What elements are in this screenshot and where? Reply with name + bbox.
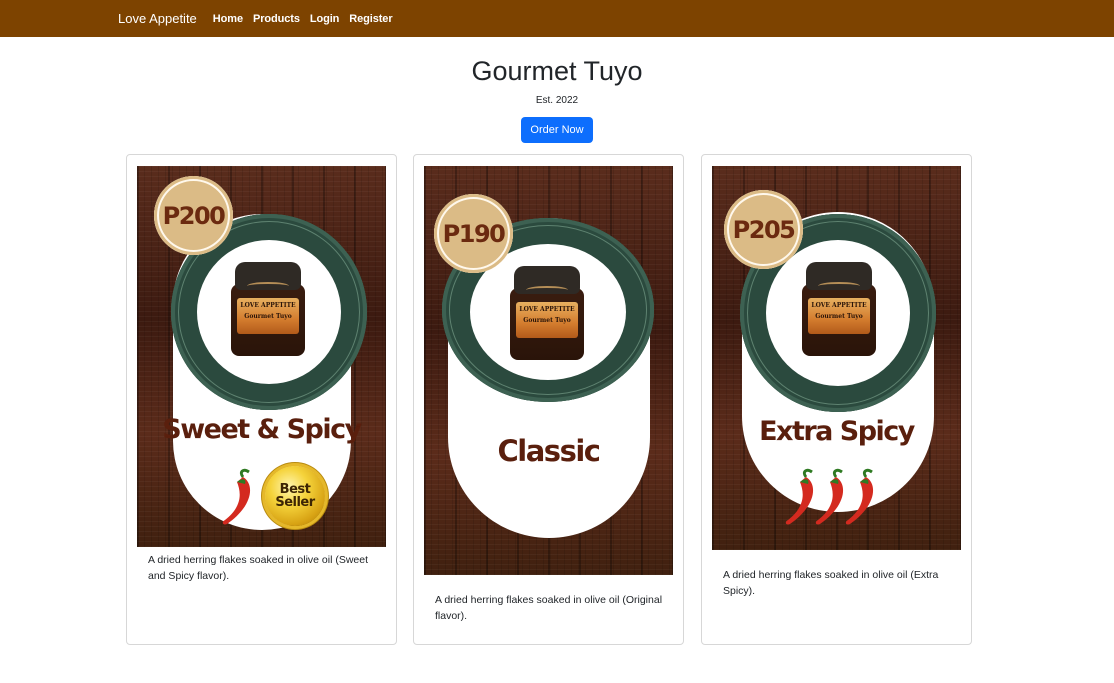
jar-name-text: Gourmet Tuyo [815,313,863,321]
chili-pepper-icon [845,468,874,525]
jar-brand-text: LOVE APPETITE [519,306,575,313]
price-text: P190 [442,219,506,248]
best-seller-line2: Seller [275,495,315,510]
page-title: Gourmet Tuyo [471,56,643,86]
jar-name-text: Gourmet Tuyo [244,313,292,321]
navbar-brand[interactable]: Love Appetite [118,11,197,26]
tuyo-jar-icon: LOVE APPETITE Gourmet Tuyo [510,266,584,360]
top-navbar: Love Appetite Home Products Login Regist… [0,0,1114,37]
nav-link-login[interactable]: Login [310,13,340,25]
price-badge: P200 [154,176,233,255]
jar-brand-text: LOVE APPETITE [240,302,296,309]
product-description: A dried herring flakes soaked in olive o… [723,569,939,597]
chili-pepper-icon [222,468,251,525]
flavor-title: Sweet & Spicy [162,414,362,445]
product-image: LOVE APPETITE Gourmet Tuyo P205 Extra Sp… [712,166,961,550]
nav-link-products[interactable]: Products [253,13,300,25]
product-description: A dried herring flakes soaked in olive o… [148,554,369,582]
product-card-extra-spicy: LOVE APPETITE Gourmet Tuyo P205 Extra Sp… [701,154,972,645]
price-badge: P205 [724,190,803,269]
tuyo-jar-icon: LOVE APPETITE Gourmet Tuyo [231,262,305,356]
price-text: P200 [162,201,226,230]
product-card-classic: LOVE APPETITE Gourmet Tuyo P190 Classic … [413,154,684,645]
price-text: P205 [732,215,796,244]
nav-link-home[interactable]: Home [213,13,243,25]
product-description: A dried herring flakes soaked in olive o… [435,594,663,622]
nav-link-register[interactable]: Register [349,13,392,25]
jar-name-text: Gourmet Tuyo [523,317,571,325]
product-card-sweet-spicy: LOVE APPETITE Gourmet Tuyo P200 Sweet & … [126,154,397,645]
tuyo-jar-icon: LOVE APPETITE Gourmet Tuyo [802,262,876,356]
product-image: LOVE APPETITE Gourmet Tuyo P190 Classic [424,166,673,575]
flavor-title: Extra Spicy [759,416,915,447]
flavor-title: Classic [497,434,601,468]
product-image: LOVE APPETITE Gourmet Tuyo P200 Sweet & … [137,166,386,547]
best-seller-seal-icon: Best Seller [265,466,325,526]
price-badge: P190 [434,194,513,273]
order-now-button[interactable]: Order Now [521,117,593,144]
established-text: Est. 2022 [535,95,579,107]
jar-brand-text: LOVE APPETITE [811,302,867,309]
hero-section: Gourmet Tuyo Est. 2022 Order Now [0,55,1114,144]
